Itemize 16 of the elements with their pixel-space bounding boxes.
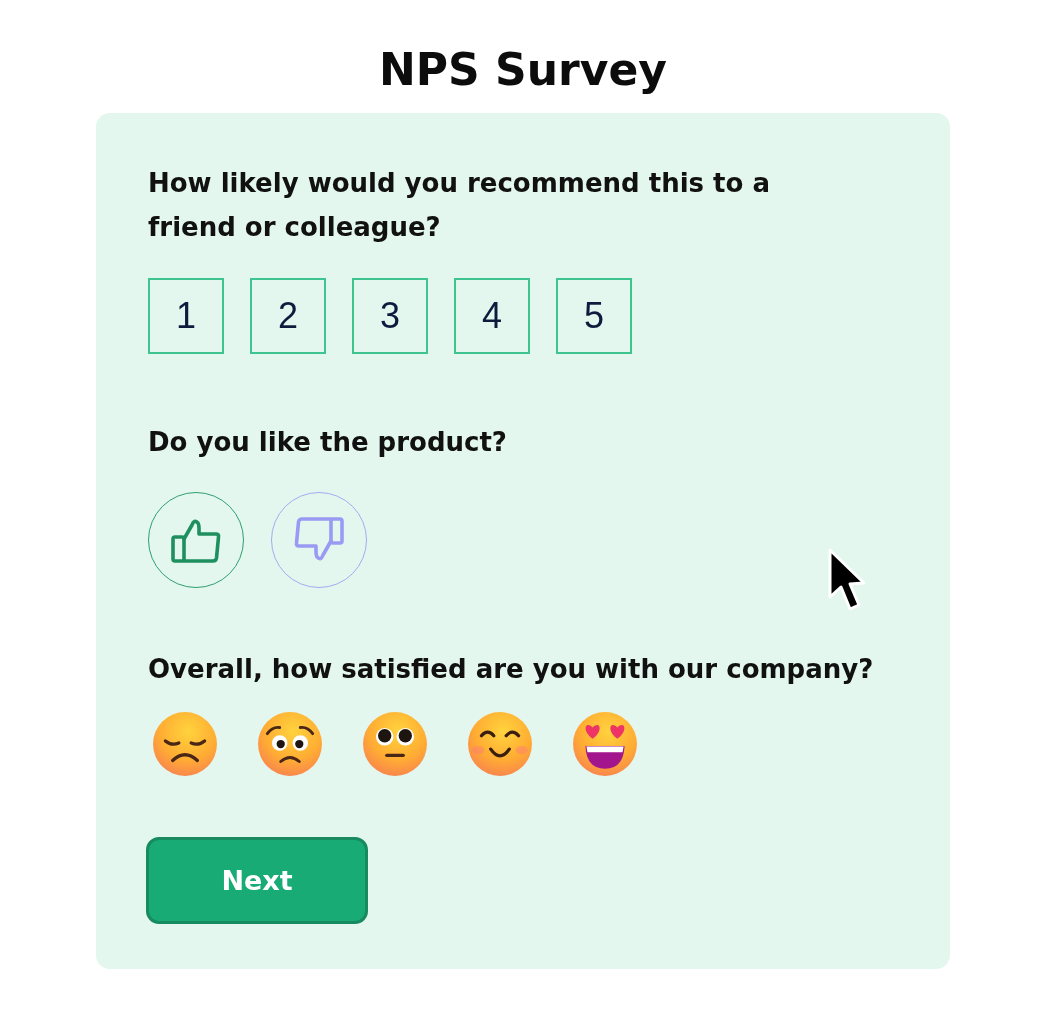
rating-option[interactable]: 1 [148,278,224,354]
thumbs-down-icon [294,517,344,563]
thumbs-up-icon [171,517,221,563]
rating-option[interactable]: 2 [250,278,326,354]
sad-face-icon[interactable] [152,711,218,777]
neutral-face-icon[interactable] [362,711,428,777]
page-title: NPS Survey [379,43,667,97]
question-text: Overall, how satisfied are you with our company? [148,653,874,686]
smiling-face-icon[interactable] [467,711,533,777]
question-text: Do you like the product? [148,426,507,459]
rating-option[interactable]: 5 [556,278,632,354]
question-text: How likely would you recommend this to a friend or colleague? [148,167,771,244]
heart-eyes-face-icon[interactable] [572,711,638,777]
worried-face-icon[interactable] [257,711,323,777]
rating-option[interactable]: 3 [352,278,428,354]
rating-option[interactable]: 4 [454,278,530,354]
